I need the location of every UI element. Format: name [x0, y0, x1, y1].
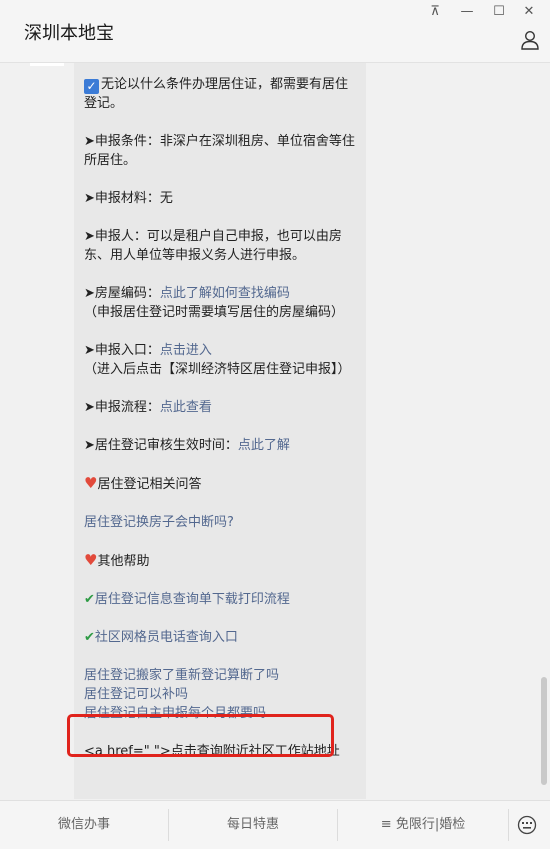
review-time-link[interactable]: 点此了解: [238, 438, 290, 453]
grid-officer-phone-link[interactable]: 社区网格员电话查询入口: [95, 630, 238, 645]
menu-divider: [508, 809, 509, 841]
list-item: ♥其他帮助: [84, 551, 150, 569]
close-icon[interactable]: ✕: [520, 4, 538, 20]
minimize-icon[interactable]: —: [458, 4, 476, 20]
list-item: ➤申报人：可以是租户自己申报，也可以由房东、用人单位等申报义务人进行申报。: [84, 229, 342, 263]
previous-message-edge: [30, 63, 64, 66]
entry-link[interactable]: 点击进入: [160, 343, 212, 358]
qa-link[interactable]: 居住登记换房子会中断吗?: [84, 515, 234, 530]
list-item: ➤申报入口：点击进入 （进入后点击【深圳经济特区居住登记申报】）: [84, 343, 351, 377]
title-bar: 深圳本地宝 ⊼ — ☐ ✕: [0, 0, 550, 63]
list-item: ♥居住登记相关问答: [84, 474, 202, 492]
list-item: ✔居住登记信息查询单下载打印流程: [84, 590, 360, 609]
maximize-icon[interactable]: ☐: [490, 4, 508, 20]
chat-area[interactable]: ✓ 无论以什么条件办理居住证，都需要有居住登记。 ➤申报条件：非深户在深圳租房、单…: [0, 63, 550, 799]
heart-icon: ♥: [84, 551, 98, 569]
bottom-menu: 微信办事 每日特惠 ≡ 免限行|婚检: [0, 800, 550, 849]
list-item: ➤居住登记审核生效时间：点此了解: [84, 438, 290, 453]
list-item: ✔社区网格员电话查询入口: [84, 628, 360, 647]
list-item: ➤申报流程：点此查看: [84, 400, 212, 415]
keyboard-icon[interactable]: [517, 815, 537, 835]
pin-icon[interactable]: ⊼: [426, 4, 444, 20]
process-link[interactable]: 点此查看: [160, 400, 212, 415]
menu-wechat-service[interactable]: 微信办事: [0, 801, 168, 849]
heart-icon: ♥: [84, 474, 98, 492]
list-item: ➤申报材料：无: [84, 191, 173, 206]
list-item: ➤房屋编码：点此了解如何查找编码 （申报居住登记时需要填写居住的房屋编码）: [84, 286, 345, 320]
move-relodge-link[interactable]: 居住登记搬家了重新登记算断了吗: [84, 668, 279, 683]
tick-icon: ✔: [84, 630, 95, 645]
window-title: 深圳本地宝: [24, 23, 114, 44]
download-print-link[interactable]: 居住登记信息查询单下载打印流程: [95, 592, 290, 607]
supplement-link[interactable]: 居住登记可以补吗: [84, 687, 188, 702]
house-code-link[interactable]: 点此了解如何查找编码: [160, 286, 290, 301]
list-item: ✓ 无论以什么条件办理居住证，都需要有居住登记。: [84, 77, 349, 111]
list-item: ➤申报条件：非深户在深圳租房、单位宿舍等住所居住。: [84, 134, 355, 168]
message-content: ✓ 无论以什么条件办理居住证，都需要有居住登记。 ➤申报条件：非深户在深圳租房、单…: [84, 75, 360, 780]
list-item: 居住登记换房子会中断吗?: [84, 513, 360, 532]
highlight-box: [67, 714, 334, 757]
profile-icon[interactable]: [520, 30, 540, 50]
scrollbar[interactable]: [541, 677, 547, 785]
menu-traffic-marriage[interactable]: ≡ 免限行|婚检: [338, 801, 508, 849]
checkbox-icon: ✓: [84, 79, 99, 94]
tick-icon: ✔: [84, 592, 95, 607]
menu-daily-deals[interactable]: 每日特惠: [169, 801, 337, 849]
